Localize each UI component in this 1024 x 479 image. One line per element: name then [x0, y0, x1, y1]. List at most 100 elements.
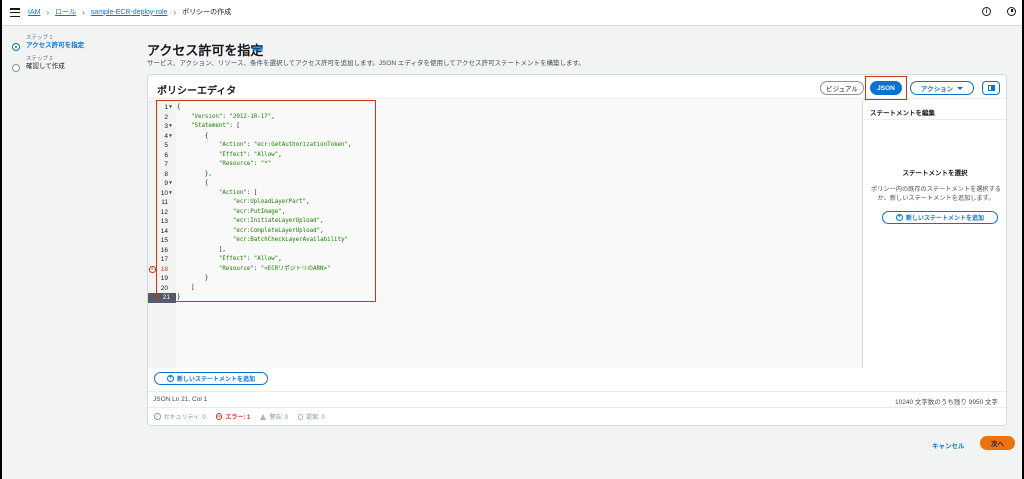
- code-text: "Action": "ecr:GetAuthorizationToken",: [218, 142, 352, 148]
- breadcrumb-roles[interactable]: ロール: [55, 7, 76, 17]
- json-button-highlight: [865, 76, 907, 100]
- visual-mode-button[interactable]: ビジュアル: [820, 81, 864, 95]
- fold-caret-icon[interactable]: ▼: [169, 189, 172, 199]
- code-text: "Resource": "*": [218, 161, 272, 167]
- line-number: 6: [164, 151, 168, 159]
- code-text: "Action": [: [218, 189, 258, 196]
- code-editor[interactable]: 1 ▼{2 "Version": "2012-10-17", 3 ▼ "Stateme…: [148, 100, 863, 368]
- warning-count[interactable]: 警告: 0: [260, 412, 288, 421]
- code-line[interactable]: 9 ▼ {: [148, 179, 848, 189]
- code-line[interactable]: 17 "Effect": "Allow",: [148, 255, 848, 265]
- caret-down-icon: [957, 86, 964, 90]
- code-line[interactable]: 3 ▼ "Statement": [: [148, 122, 848, 132]
- code-text: {: [177, 180, 209, 186]
- line-number: 14: [160, 227, 168, 235]
- line-number: 20: [160, 284, 168, 292]
- top-navigation-bar: IAM › ロール › sample-ECR-deploy-role › ポリシ…: [2, 0, 1022, 26]
- code-text: },: [177, 170, 212, 177]
- code-line[interactable]: 18 ✕ "Resource": "<ECRリポジトリのARN>": [148, 265, 848, 275]
- action-label: アクション: [920, 86, 954, 93]
- clock-icon[interactable]: [1007, 7, 1016, 16]
- code-text: ]: [177, 284, 195, 291]
- code-line[interactable]: 16 ],: [148, 246, 848, 256]
- code-line[interactable]: 11 "ecr:UploadLayerPart",: [148, 198, 848, 208]
- code-line[interactable]: 5 "Action": "ecr:GetAuthorizationToken",: [148, 141, 848, 151]
- step-1[interactable]: ステップ 1 アクセス許可を指定: [12, 35, 122, 51]
- code-line[interactable]: 4 ▼ {: [148, 132, 848, 142]
- hamburger-menu-icon[interactable]: [10, 8, 20, 17]
- code-text: "ecr:UploadLayerPart",: [232, 199, 310, 205]
- suggestion-label: 提案: 0: [306, 415, 325, 421]
- chevron-right-icon: ›: [46, 7, 50, 17]
- code-text: ],: [177, 246, 226, 253]
- policy-editor: ポリシーエディタ ビジュアル JSON アクション 1 ▼{2 "Version"…: [147, 74, 1007, 426]
- code-line[interactable]: 12 "ecr:PutImage",: [148, 208, 848, 218]
- add-statement-button[interactable]: + 新しいステートメントを追加: [154, 372, 268, 385]
- action-dropdown-button[interactable]: アクション: [910, 81, 974, 95]
- toggle-panel-icon[interactable]: [982, 81, 1000, 95]
- code-line[interactable]: 6 "Effect": "Allow",: [148, 151, 848, 161]
- step-2[interactable]: ステップ 2 確認して作成: [12, 56, 122, 72]
- security-count[interactable]: ✓ セキュリティ: 0: [154, 412, 206, 421]
- code-text: "Resource": "<ECRリポジトリのARN>": [218, 265, 331, 272]
- plus-icon: +: [895, 214, 903, 221]
- breadcrumb: IAM › ロール › sample-ECR-deploy-role › ポリシ…: [28, 7, 231, 17]
- code-line[interactable]: 8 },: [148, 170, 848, 180]
- next-button[interactable]: 次へ: [980, 436, 1015, 450]
- code-line[interactable]: 14 "ecr:CompleteLayerUpload",: [148, 227, 848, 237]
- line-number: 12: [160, 208, 168, 216]
- line-number: 15: [160, 237, 168, 244]
- security-label: セキュリティ: 0: [163, 415, 206, 421]
- info-icon[interactable]: i: [982, 7, 991, 16]
- breadcrumb-role-name[interactable]: sample-ECR-deploy-role: [91, 9, 168, 16]
- status-bar: JSON Ln 21, Col 1 10240 文字数のうち残り 9950 文字: [148, 391, 1006, 407]
- step-title: 確認して作成: [26, 63, 65, 70]
- line-number: 10: [160, 189, 168, 197]
- code-line[interactable]: 13 "ecr:InitiateLayerUpload",: [148, 217, 848, 227]
- line-number: 1: [164, 104, 168, 111]
- line-number: 7: [164, 161, 168, 168]
- code-line[interactable]: 20 ]: [148, 284, 848, 294]
- code-line[interactable]: 15 "ecr:BatchCheckLayerAvailability": [148, 236, 848, 246]
- code-line[interactable]: 1 ▼ {: [148, 103, 848, 113]
- page-description: サービス、アクション、リソース、条件を選択してアクセス許可を追加します。JSON…: [147, 60, 585, 67]
- fold-caret-icon[interactable]: ▼: [169, 132, 172, 142]
- code-text: "ecr:PutImage",: [232, 208, 286, 215]
- error-icon: ✕: [215, 413, 223, 420]
- char-count: 10240 文字数のうち残り 9950 文字: [895, 399, 998, 406]
- fold-caret-icon[interactable]: ▼: [169, 122, 172, 132]
- line-number: 3: [164, 123, 168, 130]
- error-count[interactable]: ✕ エラー: 1: [215, 412, 251, 421]
- code-line[interactable]: 21}: [148, 293, 848, 303]
- cancel-button[interactable]: キャンセル: [932, 440, 965, 450]
- app-window: IAM › ロール › sample-ECR-deploy-role › ポリシ…: [2, 0, 1022, 479]
- shield-icon: ✓: [154, 413, 161, 420]
- side-add-statement-button[interactable]: + 新しいステートメントを追加: [882, 211, 998, 224]
- code-line[interactable]: 2 "Version": "2012-10-17",: [148, 113, 848, 123]
- fold-caret-icon[interactable]: ▼: [169, 179, 172, 189]
- chevron-right-icon: ›: [173, 7, 177, 17]
- fold-caret-icon[interactable]: ▼: [169, 103, 172, 113]
- step-number: ステップ 1: [26, 35, 53, 41]
- warning-icon: [260, 413, 267, 420]
- line-number: 8: [164, 170, 168, 178]
- statement-side-panel: ステートメントを編集 ステートメントを選択 ポリシー内の既存のステートメントを選…: [864, 100, 1006, 390]
- code-line[interactable]: 19 }: [148, 274, 848, 284]
- add-statement-label: 新しいステートメントを追加: [176, 377, 255, 383]
- validation-bar: ✓ セキュリティ: 0 ✕ エラー: 1 警告: 0 提案: 0: [148, 407, 1006, 425]
- line-number: 16: [160, 246, 168, 254]
- suggestion-count[interactable]: 提案: 0: [298, 412, 325, 421]
- error-label: エラー: 1: [225, 415, 251, 421]
- error-icon[interactable]: ✕: [149, 266, 156, 273]
- code-line[interactable]: 10 ▼ "Action": [: [148, 189, 848, 199]
- code-line[interactable]: 7 "Resource": "*": [148, 160, 848, 170]
- code-text: "Effect": "Allow",: [218, 256, 282, 262]
- code-text: {: [177, 104, 181, 110]
- breadcrumb-iam[interactable]: IAM: [28, 9, 40, 16]
- line-number: 21: [148, 293, 176, 303]
- empty-state-description: ポリシー内の既存のステートメントを選択するか、新しいステートメントを追加します。: [871, 186, 1001, 202]
- step-radio-icon: [12, 64, 20, 72]
- line-number: 9: [164, 180, 168, 187]
- lightbulb-icon: [298, 413, 303, 420]
- info-link[interactable]: 情報: [252, 45, 263, 53]
